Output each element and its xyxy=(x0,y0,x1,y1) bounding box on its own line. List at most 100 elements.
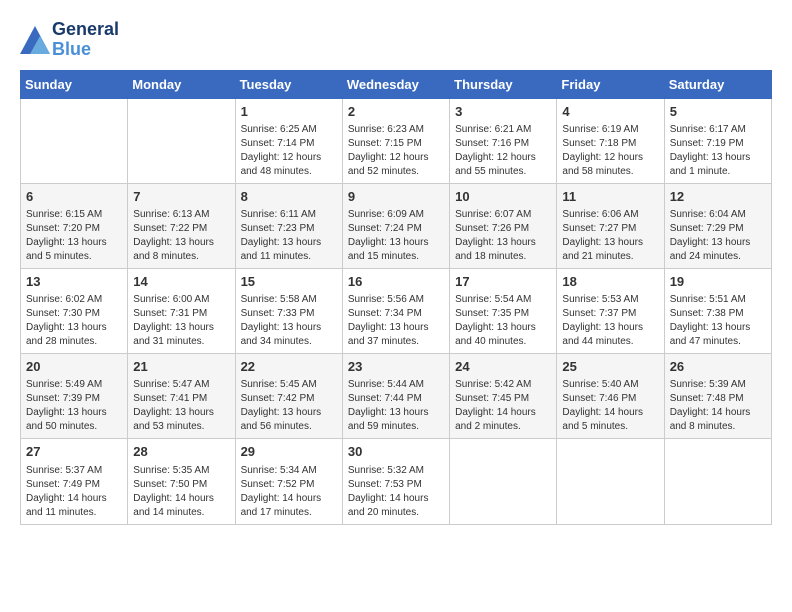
day-number: 28 xyxy=(133,443,229,461)
day-info: Sunrise: 6:04 AM Sunset: 7:29 PM Dayligh… xyxy=(670,208,766,264)
day-number: 5 xyxy=(670,103,766,121)
day-number: 13 xyxy=(26,273,122,291)
calendar-cell: 3 Sunrise: 6:21 AM Sunset: 7:16 PM Daylig… xyxy=(450,98,557,183)
day-info: Sunrise: 6:09 AM Sunset: 7:24 PM Dayligh… xyxy=(348,208,444,264)
day-number: 24 xyxy=(455,358,551,376)
day-number: 20 xyxy=(26,358,122,376)
day-info: Sunrise: 5:53 AM Sunset: 7:37 PM Dayligh… xyxy=(562,293,658,349)
weekday-header-tuesday: Tuesday xyxy=(235,70,342,98)
calendar-cell: 8 Sunrise: 6:11 AM Sunset: 7:23 PM Daylig… xyxy=(235,183,342,268)
day-info: Sunrise: 6:25 AM Sunset: 7:14 PM Dayligh… xyxy=(241,123,337,179)
day-info: Sunrise: 5:39 AM Sunset: 7:48 PM Dayligh… xyxy=(670,378,766,434)
calendar-cell: 10 Sunrise: 6:07 AM Sunset: 7:26 PM Dayli… xyxy=(450,183,557,268)
day-info: Sunrise: 6:23 AM Sunset: 7:15 PM Dayligh… xyxy=(348,123,444,179)
calendar-cell: 2 Sunrise: 6:23 AM Sunset: 7:15 PM Daylig… xyxy=(342,98,449,183)
weekday-header-sunday: Sunday xyxy=(21,70,128,98)
calendar-cell: 7 Sunrise: 6:13 AM Sunset: 7:22 PM Daylig… xyxy=(128,183,235,268)
day-number: 14 xyxy=(133,273,229,291)
day-info: Sunrise: 5:35 AM Sunset: 7:50 PM Dayligh… xyxy=(133,464,229,520)
calendar-cell: 23Sunrise: 5:44 AM Sunset: 7:44 PM Dayli… xyxy=(342,354,449,439)
day-number: 6 xyxy=(26,188,122,206)
day-number: 12 xyxy=(670,188,766,206)
page-header: General Blue xyxy=(20,20,772,60)
calendar-week-row: 1Sunrise: 6:25 AM Sunset: 7:14 PM Daylig… xyxy=(21,98,772,183)
calendar-cell: 9 Sunrise: 6:09 AM Sunset: 7:24 PM Daylig… xyxy=(342,183,449,268)
day-number: 2 xyxy=(348,103,444,121)
day-number: 27 xyxy=(26,443,122,461)
calendar-cell: 27 Sunrise: 5:37 AM Sunset: 7:49 PM Dayli… xyxy=(21,439,128,524)
calendar-cell: 6 Sunrise: 6:15 AM Sunset: 7:20 PM Daylig… xyxy=(21,183,128,268)
calendar-cell: 15Sunrise: 5:58 AM Sunset: 7:33 PM Dayli… xyxy=(235,268,342,353)
calendar-cell xyxy=(450,439,557,524)
calendar-cell xyxy=(21,98,128,183)
day-info: Sunrise: 6:21 AM Sunset: 7:16 PM Dayligh… xyxy=(455,123,551,179)
calendar-week-row: 6 Sunrise: 6:15 AM Sunset: 7:20 PM Daylig… xyxy=(21,183,772,268)
day-number: 9 xyxy=(348,188,444,206)
day-info: Sunrise: 5:34 AM Sunset: 7:52 PM Dayligh… xyxy=(241,464,337,520)
calendar-cell: 14 Sunrise: 6:00 AM Sunset: 7:31 PM Dayli… xyxy=(128,268,235,353)
day-info: Sunrise: 6:11 AM Sunset: 7:23 PM Dayligh… xyxy=(241,208,337,264)
day-info: Sunrise: 6:17 AM Sunset: 7:19 PM Dayligh… xyxy=(670,123,766,179)
calendar-cell: 28 Sunrise: 5:35 AM Sunset: 7:50 PM Dayli… xyxy=(128,439,235,524)
weekday-header-friday: Friday xyxy=(557,70,664,98)
day-info: Sunrise: 5:40 AM Sunset: 7:46 PM Dayligh… xyxy=(562,378,658,434)
day-info: Sunrise: 5:56 AM Sunset: 7:34 PM Dayligh… xyxy=(348,293,444,349)
calendar-week-row: 27 Sunrise: 5:37 AM Sunset: 7:49 PM Dayli… xyxy=(21,439,772,524)
day-number: 29 xyxy=(241,443,337,461)
logo: General Blue xyxy=(20,20,119,60)
day-info: Sunrise: 6:00 AM Sunset: 7:31 PM Dayligh… xyxy=(133,293,229,349)
logo-text: General Blue xyxy=(52,20,119,60)
day-info: Sunrise: 6:06 AM Sunset: 7:27 PM Dayligh… xyxy=(562,208,658,264)
day-info: Sunrise: 6:13 AM Sunset: 7:22 PM Dayligh… xyxy=(133,208,229,264)
calendar-cell: 11 Sunrise: 6:06 AM Sunset: 7:27 PM Dayli… xyxy=(557,183,664,268)
day-info: Sunrise: 5:45 AM Sunset: 7:42 PM Dayligh… xyxy=(241,378,337,434)
weekday-header-thursday: Thursday xyxy=(450,70,557,98)
day-number: 25 xyxy=(562,358,658,376)
calendar-cell: 20 Sunrise: 5:49 AM Sunset: 7:39 PM Dayli… xyxy=(21,354,128,439)
weekday-header-row: SundayMondayTuesdayWednesdayThursdayFrid… xyxy=(21,70,772,98)
day-info: Sunrise: 5:51 AM Sunset: 7:38 PM Dayligh… xyxy=(670,293,766,349)
calendar-cell: 17Sunrise: 5:54 AM Sunset: 7:35 PM Dayli… xyxy=(450,268,557,353)
calendar-cell xyxy=(128,98,235,183)
day-number: 3 xyxy=(455,103,551,121)
calendar-cell: 21Sunrise: 5:47 AM Sunset: 7:41 PM Dayli… xyxy=(128,354,235,439)
calendar-table: SundayMondayTuesdayWednesdayThursdayFrid… xyxy=(20,70,772,525)
calendar-cell: 24 Sunrise: 5:42 AM Sunset: 7:45 PM Dayli… xyxy=(450,354,557,439)
calendar-week-row: 20 Sunrise: 5:49 AM Sunset: 7:39 PM Dayli… xyxy=(21,354,772,439)
weekday-header-wednesday: Wednesday xyxy=(342,70,449,98)
calendar-cell: 26 Sunrise: 5:39 AM Sunset: 7:48 PM Dayli… xyxy=(664,354,771,439)
day-info: Sunrise: 6:07 AM Sunset: 7:26 PM Dayligh… xyxy=(455,208,551,264)
day-info: Sunrise: 5:42 AM Sunset: 7:45 PM Dayligh… xyxy=(455,378,551,434)
calendar-cell: 13 Sunrise: 6:02 AM Sunset: 7:30 PM Dayli… xyxy=(21,268,128,353)
day-number: 4 xyxy=(562,103,658,121)
logo-icon xyxy=(20,26,50,54)
day-number: 11 xyxy=(562,188,658,206)
day-number: 8 xyxy=(241,188,337,206)
day-info: Sunrise: 6:02 AM Sunset: 7:30 PM Dayligh… xyxy=(26,293,122,349)
weekday-header-monday: Monday xyxy=(128,70,235,98)
day-number: 16 xyxy=(348,273,444,291)
calendar-cell: 4Sunrise: 6:19 AM Sunset: 7:18 PM Daylig… xyxy=(557,98,664,183)
day-number: 7 xyxy=(133,188,229,206)
day-number: 26 xyxy=(670,358,766,376)
calendar-cell xyxy=(664,439,771,524)
calendar-cell: 25 Sunrise: 5:40 AM Sunset: 7:46 PM Dayli… xyxy=(557,354,664,439)
day-info: Sunrise: 5:49 AM Sunset: 7:39 PM Dayligh… xyxy=(26,378,122,434)
day-number: 23 xyxy=(348,358,444,376)
calendar-week-row: 13 Sunrise: 6:02 AM Sunset: 7:30 PM Dayli… xyxy=(21,268,772,353)
day-info: Sunrise: 5:54 AM Sunset: 7:35 PM Dayligh… xyxy=(455,293,551,349)
day-number: 22 xyxy=(241,358,337,376)
calendar-cell: 16 Sunrise: 5:56 AM Sunset: 7:34 PM Dayli… xyxy=(342,268,449,353)
day-info: Sunrise: 5:32 AM Sunset: 7:53 PM Dayligh… xyxy=(348,464,444,520)
weekday-header-saturday: Saturday xyxy=(664,70,771,98)
calendar-cell: 12 Sunrise: 6:04 AM Sunset: 7:29 PM Dayli… xyxy=(664,183,771,268)
day-info: Sunrise: 6:15 AM Sunset: 7:20 PM Dayligh… xyxy=(26,208,122,264)
day-number: 21 xyxy=(133,358,229,376)
day-number: 15 xyxy=(241,273,337,291)
day-number: 19 xyxy=(670,273,766,291)
day-number: 30 xyxy=(348,443,444,461)
calendar-cell: 1Sunrise: 6:25 AM Sunset: 7:14 PM Daylig… xyxy=(235,98,342,183)
day-info: Sunrise: 5:37 AM Sunset: 7:49 PM Dayligh… xyxy=(26,464,122,520)
calendar-cell: 30 Sunrise: 5:32 AM Sunset: 7:53 PM Dayli… xyxy=(342,439,449,524)
day-number: 10 xyxy=(455,188,551,206)
